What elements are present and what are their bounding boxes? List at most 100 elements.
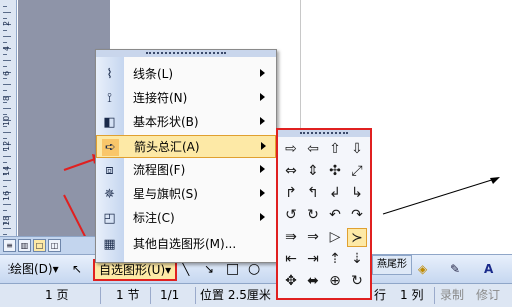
status-section: 1 节 xyxy=(116,288,140,302)
ruler-tick xyxy=(3,108,11,109)
block-arrow-shape-icon[interactable]: ⇛ xyxy=(281,228,301,247)
palette-drag-handle[interactable] xyxy=(278,130,370,137)
line-tool-icon: ⌇ xyxy=(106,67,113,82)
menu-item-connectors[interactable]: ⟟ 连接符(N) xyxy=(96,87,276,110)
block-arrow-shape-icon[interactable]: ↰ xyxy=(303,184,323,203)
submenu-arrow-icon xyxy=(261,142,266,150)
status-track-changes[interactable]: 修订 xyxy=(476,288,500,303)
block-arrows-icon: ➪ xyxy=(102,139,119,156)
block-arrow-shape-icon[interactable]: ⇤ xyxy=(281,250,301,269)
ruler-tick xyxy=(3,138,7,139)
block-arrow-shape-icon[interactable]: ↻ xyxy=(347,272,367,291)
ruler-tick xyxy=(3,18,7,19)
block-arrow-shape-icon[interactable]: ≻ xyxy=(347,228,367,247)
ruler-number: 10 xyxy=(2,115,11,126)
status-divider xyxy=(195,287,196,304)
select-objects-icon[interactable]: ↖ xyxy=(72,261,82,277)
connector-icon: ⟟ xyxy=(107,91,112,106)
block-arrow-shape-icon[interactable]: ↲ xyxy=(325,184,345,203)
vertical-ruler[interactable]: 2 4 6 8 10 12 14 16 18 xyxy=(0,0,17,236)
menu-item-label: 星与旗帜(S) xyxy=(133,187,198,201)
block-arrow-shape-icon[interactable]: ↺ xyxy=(281,206,301,225)
font-color-button[interactable]: A xyxy=(484,261,493,277)
block-arrow-shape-icon[interactable]: ⇕ xyxy=(303,162,323,181)
block-arrow-shape-icon[interactable]: ⤢ xyxy=(347,162,367,181)
ruler-number: 8 xyxy=(2,95,11,101)
menu-item-callouts[interactable]: ◰ 标注(C) xyxy=(96,207,276,230)
block-arrow-shape-icon[interactable]: ↻ xyxy=(303,206,323,225)
ruler-tick xyxy=(3,186,7,187)
ruler-tick xyxy=(3,204,11,205)
fill-color-button[interactable]: ◈ xyxy=(418,261,427,277)
ruler-tick xyxy=(3,6,7,7)
status-divider xyxy=(150,287,151,304)
menu-item-basic-shapes[interactable]: ◧ 基本形状(B) xyxy=(96,111,276,134)
autoshapes-label: 自选图形(U) xyxy=(99,263,166,277)
arrow-tool-button[interactable]: ↘ xyxy=(204,261,214,277)
submenu-arrow-icon xyxy=(260,165,265,173)
oval-tool-button[interactable]: ○ xyxy=(248,261,260,277)
menu-item-lines[interactable]: ⌇ 线条(L) xyxy=(96,63,276,86)
view-mode-bar: ≡ ▥ □ ◫ xyxy=(0,236,98,254)
block-arrow-shape-icon[interactable]: ▷ xyxy=(325,228,345,247)
block-arrow-shape-icon[interactable]: ⇦ xyxy=(303,140,323,159)
outline-view-button[interactable]: ◫ xyxy=(48,239,61,252)
ruler-tick xyxy=(3,78,7,79)
ruler-tick xyxy=(3,210,7,211)
block-arrow-shape-icon[interactable]: ⇨ xyxy=(281,140,301,159)
block-arrow-shape-icon[interactable]: ↷ xyxy=(347,206,367,225)
ruler-tick xyxy=(3,156,11,157)
submenu-arrow-icon xyxy=(260,189,265,197)
block-arrow-shape-icon[interactable]: ↶ xyxy=(325,206,345,225)
block-arrow-shape-icon[interactable]: ⊕ xyxy=(325,272,345,291)
ruler-tick xyxy=(3,228,11,229)
status-record[interactable]: 录制 xyxy=(440,288,464,303)
web-view-button[interactable]: ▥ xyxy=(18,239,31,252)
menu-item-label: 流程图(F) xyxy=(133,163,186,177)
block-arrow-shape-icon[interactable]: ⬌ xyxy=(303,272,323,291)
ruler-tick xyxy=(3,126,7,127)
menu-item-block-arrows[interactable]: ➪ 箭头总汇(A) xyxy=(96,135,276,158)
print-view-button[interactable]: □ xyxy=(33,239,46,252)
menu-item-label: 箭头总汇(A) xyxy=(134,140,200,154)
submenu-arrow-icon xyxy=(260,69,265,77)
ruler-tick xyxy=(3,84,11,85)
menu-item-stars-banners[interactable]: ✵ 星与旗帜(S) xyxy=(96,183,276,206)
block-arrow-shape-icon[interactable]: ✣ xyxy=(325,162,345,181)
stars-banners-icon: ✵ xyxy=(104,187,115,202)
status-divider xyxy=(434,287,435,304)
ruler-tick xyxy=(3,42,7,43)
block-arrow-shape-icon[interactable]: ✥ xyxy=(281,272,301,291)
menu-item-label: 基本形状(B) xyxy=(133,115,199,129)
menu-drag-handle[interactable] xyxy=(96,50,276,57)
menu-item-more-autoshapes[interactable]: ▦ 其他自选图形(M)... xyxy=(96,233,276,256)
line-tool-button[interactable]: ╲ xyxy=(182,261,189,277)
rectangle-tool-button[interactable]: □ xyxy=(226,261,239,277)
ruler-number: 6 xyxy=(2,70,11,76)
line-color-button[interactable]: ✎ xyxy=(450,261,460,277)
status-line: 行 xyxy=(374,288,387,302)
ruler-number: 14 xyxy=(2,165,11,176)
block-arrow-shape-icon[interactable]: ⇧ xyxy=(325,140,345,159)
menu-item-flowchart[interactable]: ⧈ 流程图(F) xyxy=(96,159,276,182)
ruler-number: 2 xyxy=(2,20,11,26)
normal-view-button[interactable]: ≡ xyxy=(3,239,16,252)
drawn-arrow-shape[interactable] xyxy=(378,170,508,220)
status-position: 位置 2.5厘米 xyxy=(200,288,271,302)
ruler-tick xyxy=(3,132,11,133)
block-arrow-shape-icon[interactable]: ⇣ xyxy=(347,250,367,269)
block-arrow-shape-icon[interactable]: ⇩ xyxy=(347,140,367,159)
menu-item-label: 其他自选图形(M)... xyxy=(133,237,237,251)
block-arrow-shape-icon[interactable]: ⇡ xyxy=(325,250,345,269)
ruler-number: 4 xyxy=(2,45,11,51)
block-arrow-shape-icon[interactable]: ↳ xyxy=(347,184,367,203)
draw-menu-button[interactable]: 绘图(D)▾ xyxy=(10,261,59,277)
ruler-tick xyxy=(3,234,7,235)
block-arrow-shape-icon[interactable]: ⇔ xyxy=(281,162,301,181)
ruler-tick xyxy=(3,60,11,61)
block-arrow-shape-icon[interactable]: ⇥ xyxy=(303,250,323,269)
block-arrow-shape-icon[interactable]: ↱ xyxy=(281,184,301,203)
block-arrow-shape-icon[interactable]: ⇒ xyxy=(303,228,323,247)
ruler-tick xyxy=(3,36,11,37)
more-autoshapes-icon: ▦ xyxy=(103,237,116,252)
